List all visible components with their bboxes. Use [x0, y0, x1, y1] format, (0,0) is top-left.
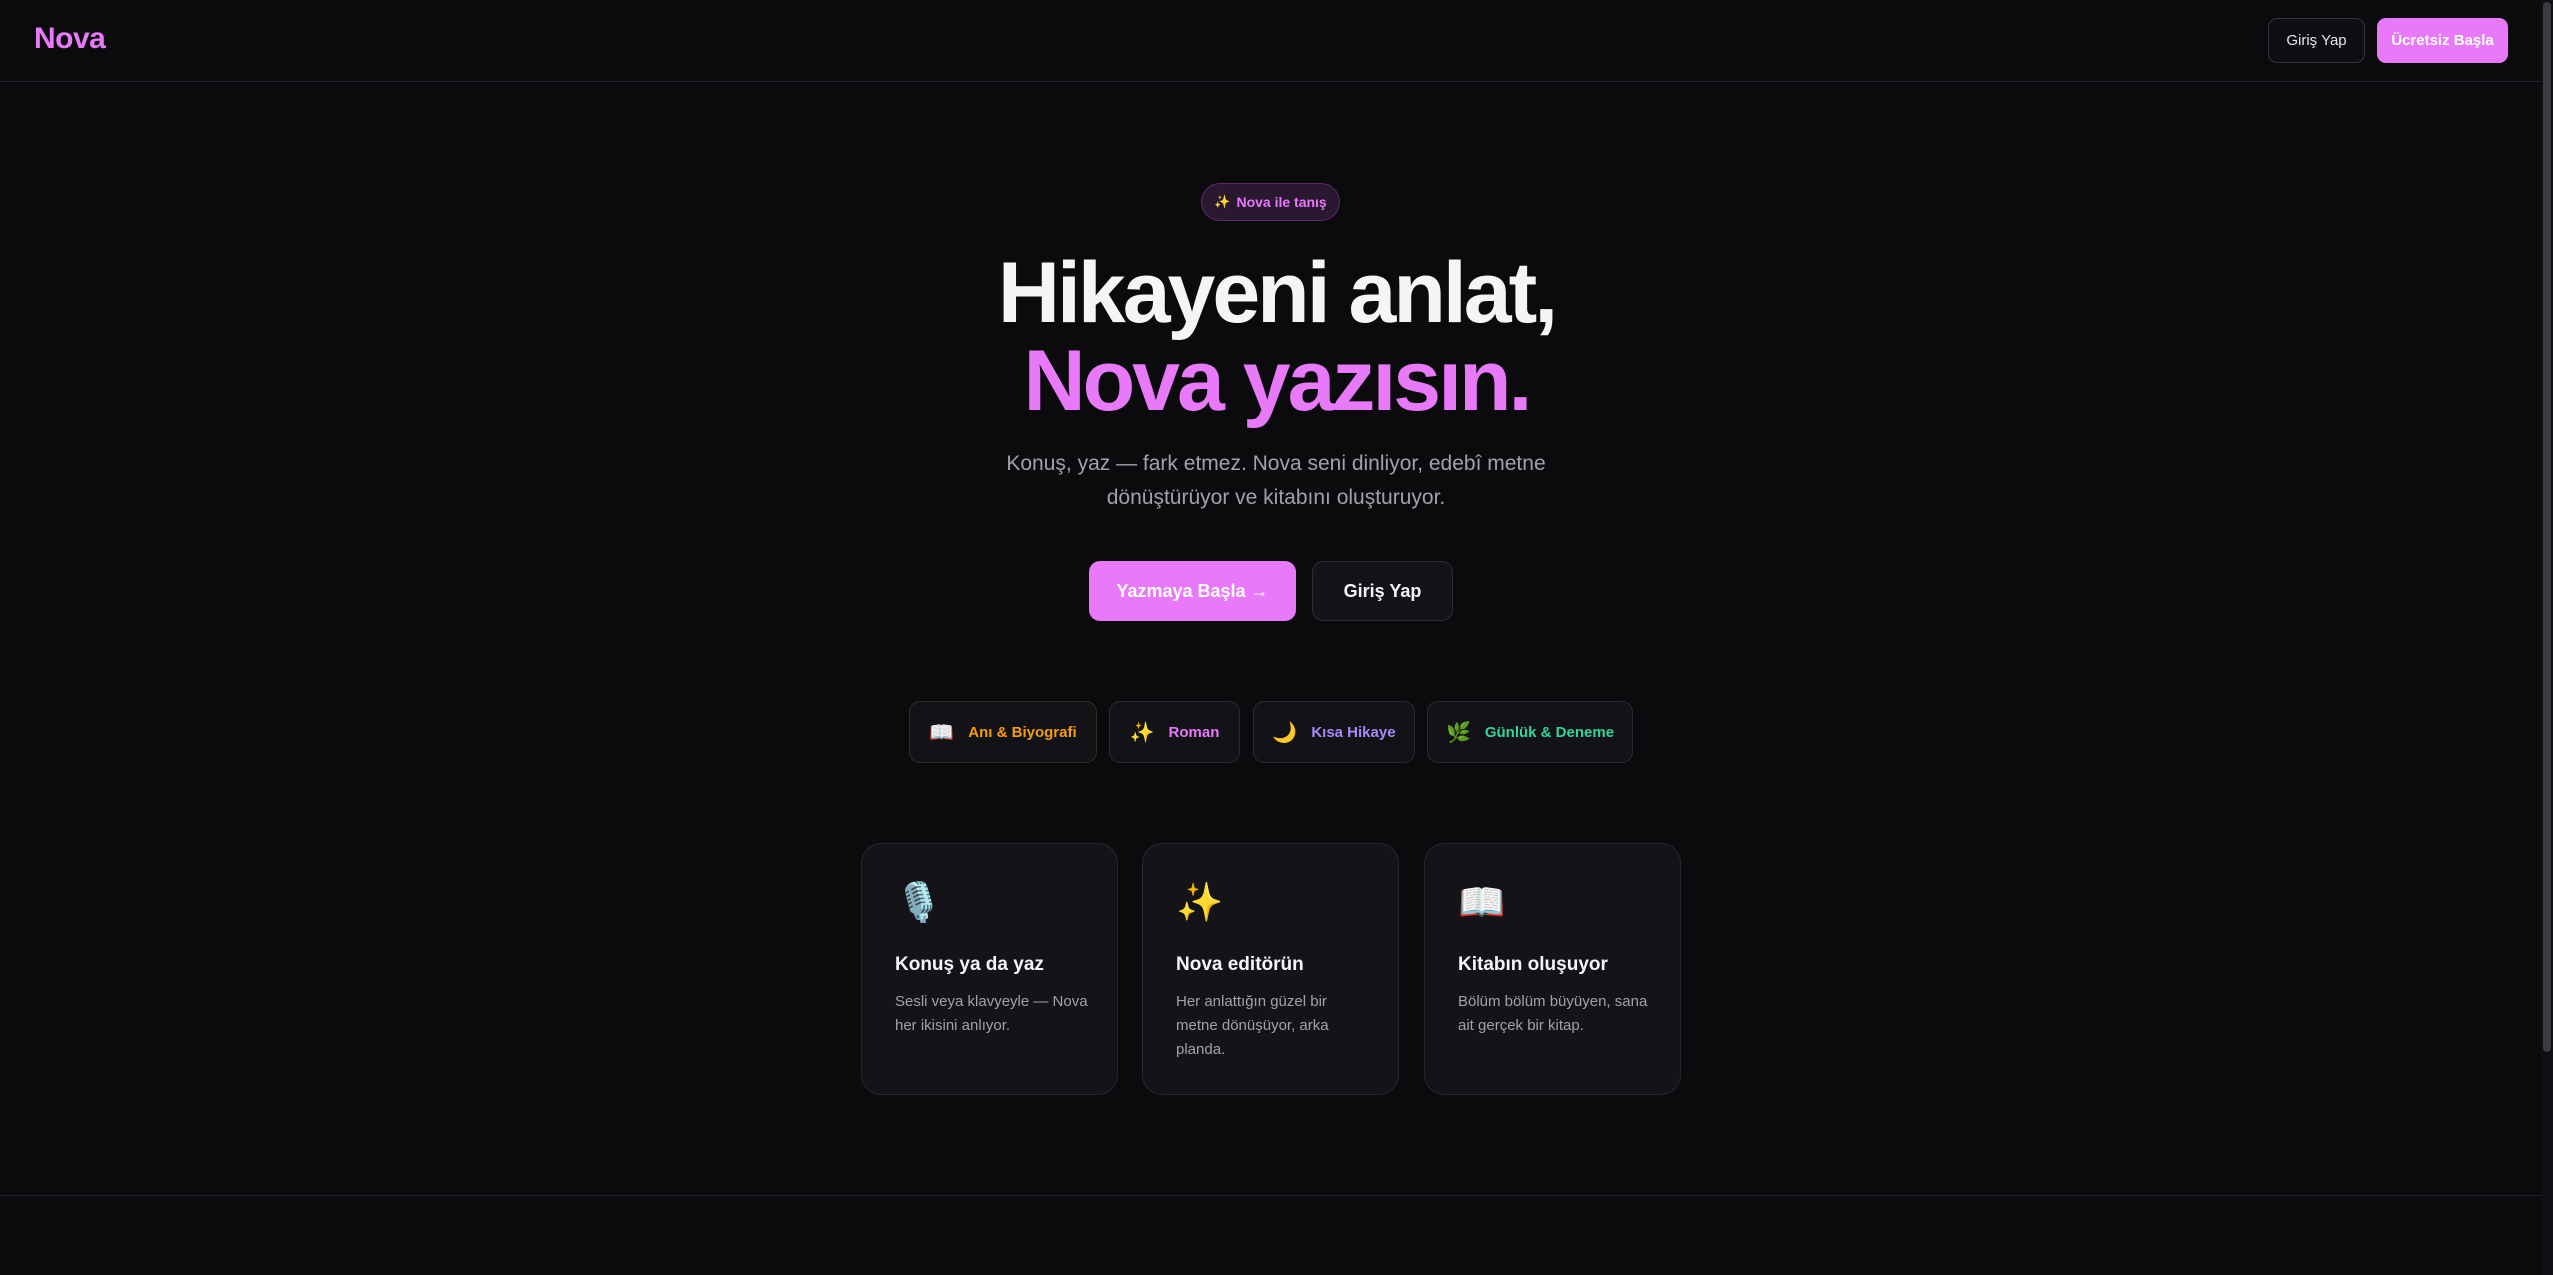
genre-chip-label: Kısa Hikaye [1311, 723, 1396, 741]
microphone-icon: 🎙️ [895, 882, 943, 924]
intro-badge-label: Nova ile tanış [1236, 194, 1327, 210]
feature-card-title: Kitabın oluşuyor [1458, 954, 1608, 975]
signup-free-button[interactable]: Ücretsiz Başla [2377, 18, 2508, 63]
feature-card-description: Bölüm bölüm büyüyen, sana ait gerçek bir… [1458, 993, 1648, 1034]
feature-card-book: 📖 Kitabın oluşuyor Bölüm bölüm büyüyen, … [1424, 843, 1681, 1095]
genre-chip-short-story[interactable]: 🌙 Kısa Hikaye [1253, 701, 1415, 763]
login-button[interactable]: Giriş Yap [2268, 18, 2365, 63]
feature-card-speak-or-write: 🎙️ Konuş ya da yaz Sesli veya klavyeyle … [861, 843, 1118, 1095]
open-book-icon: 📖 [1458, 882, 1506, 924]
start-writing-button[interactable]: Yazmaya Başla → [1089, 561, 1296, 621]
feature-card-title: Konuş ya da yaz [895, 954, 1044, 975]
landing-page: Nova Giriş Yap Ücretsiz Başla ✨ Nova ile… [0, 0, 2553, 1275]
crescent-moon-icon: 🌙 [1272, 721, 1298, 744]
genre-chip-label: Anı & Biyografi [968, 723, 1077, 741]
footer-divider [0, 1195, 2553, 1196]
herb-icon: 🌿 [1445, 721, 1471, 744]
page-scrollbar[interactable] [2541, 0, 2553, 1275]
scrollbar-thumb[interactable] [2543, 2, 2551, 1052]
genre-chip-label: Günlük & Deneme [1484, 723, 1615, 741]
sparkles-icon: ✨ [1176, 882, 1224, 924]
feature-card-editor: ✨ Nova editörün Her anlattığın güzel bir… [1142, 843, 1399, 1095]
hero-subtitle: Konuş, yaz — fark etmez. Nova seni dinli… [1006, 452, 1546, 509]
genre-chip-memoir[interactable]: 📖 Anı & Biyografi [909, 701, 1097, 763]
brand-logo[interactable]: Nova [34, 22, 106, 56]
hero-title-line2: Nova yazısın. [1023, 333, 1533, 429]
genre-chip-novel[interactable]: ✨ Roman [1109, 701, 1240, 763]
hero-title-line1: Hikayeni anlat, [997, 245, 1558, 341]
feature-card-description: Sesli veya klavyeyle — Nova her ikisini … [895, 993, 1088, 1034]
genre-chip-label: Roman [1168, 723, 1220, 741]
sparkles-icon: ✨ [1214, 194, 1231, 209]
feature-card-description: Her anlattığın güzel bir metne dönüşüyor… [1176, 993, 1329, 1058]
genre-chip-diary[interactable]: 🌿 Günlük & Deneme [1427, 701, 1633, 763]
top-navigation-bar: Nova Giriş Yap Ücretsiz Başla [0, 0, 2553, 82]
open-book-icon: 📖 [929, 721, 955, 744]
sparkles-icon: ✨ [1129, 721, 1155, 744]
hero-login-button[interactable]: Giriş Yap [1312, 561, 1453, 621]
intro-badge: ✨ Nova ile tanış [1201, 183, 1340, 221]
feature-card-title: Nova editörün [1176, 954, 1304, 975]
